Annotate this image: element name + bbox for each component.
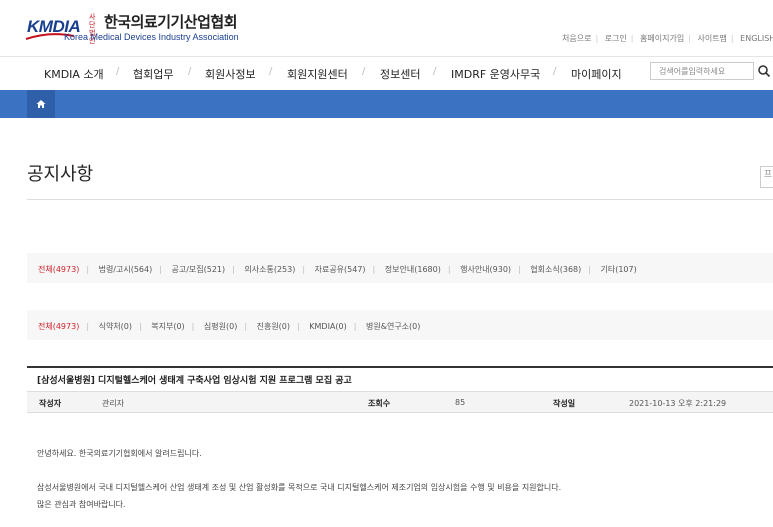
- filter-info[interactable]: 정보안내(1680): [385, 265, 441, 274]
- views-label: 조회수: [368, 399, 391, 408]
- filter-all[interactable]: 전체(4973): [38, 265, 79, 274]
- filter-etc[interactable]: 기타(107): [601, 265, 637, 274]
- filter2-hospital[interactable]: 병원&연구소(0): [366, 322, 420, 331]
- post-body-line: 삼성서울병원에서 국내 디지털헬스케어 산업 생태계 조성 및 산업 활성화를 …: [37, 483, 562, 492]
- breadcrumb-bar: [0, 90, 773, 118]
- nav-item-work[interactable]: 협회업무: [133, 66, 173, 82]
- logo-name-english: Korea Medical Devices Industry Associati…: [64, 32, 239, 42]
- title-divider: [27, 199, 773, 200]
- category-filter-primary: 전체(4973) | 법령/고시(564) | 공고/모집(521) | 의사소통(2…: [27, 253, 773, 283]
- nav-item-imdrf[interactable]: IMDRF 운영사무국: [451, 66, 540, 82]
- nav-item-members[interactable]: 회원사정보: [205, 66, 256, 82]
- nav-item-about[interactable]: KMDIA 소개: [44, 66, 104, 82]
- nav-item-mypage[interactable]: 마이페이지: [571, 66, 622, 82]
- post-title: [삼성서울병원] 디지털헬스케어 생태계 구축사업 임상시험 지원 프로그램 모…: [37, 376, 352, 386]
- filter2-khidi[interactable]: 진흥원(0): [257, 322, 290, 331]
- filter-news[interactable]: 협회소식(368): [530, 265, 581, 274]
- filter2-mfds[interactable]: 식약처(0): [99, 322, 132, 331]
- category-filter-secondary: 전체(4973) | 식약처(0) | 복지부(0) | 심평원(0) | 진흥원(0)…: [27, 310, 773, 340]
- home-icon: [36, 100, 46, 108]
- breadcrumb-home-button[interactable]: [27, 90, 55, 118]
- util-link-login[interactable]: 로그인: [605, 33, 627, 44]
- post-body-line: 많은 관심과 참여바랍니다.: [37, 500, 126, 509]
- author-value: 관리자: [102, 399, 125, 408]
- filter2-mohw[interactable]: 복지부(0): [151, 322, 184, 331]
- filter2-hira[interactable]: 심평원(0): [204, 322, 237, 331]
- filter-law[interactable]: 법령/고시(564): [99, 265, 153, 274]
- filter2-kmdia[interactable]: KMDIA(0): [309, 322, 346, 331]
- search-input[interactable]: 검색어를입력하세요: [650, 62, 754, 80]
- filter-event[interactable]: 행사안내(930): [460, 265, 511, 274]
- views-value: 85: [455, 398, 466, 407]
- search-icon[interactable]: [756, 62, 773, 80]
- util-link-join[interactable]: 홈페이지가입: [640, 33, 684, 44]
- filter-notice-recruit[interactable]: 공고/모집(521): [171, 265, 225, 274]
- author-label: 작성자: [39, 399, 62, 408]
- filter-communication[interactable]: 의사소통(253): [244, 265, 295, 274]
- post-top-border: [27, 366, 773, 368]
- date-label: 작성일: [553, 399, 576, 408]
- post-body-line: 안녕하세요. 한국의료기기협회에서 알려드립니다.: [37, 449, 202, 458]
- date-value: 2021-10-13 오후 2:21:29: [629, 399, 727, 408]
- util-link-sitemap[interactable]: 사이트맵: [697, 33, 726, 44]
- utility-links: 처음으로 | 로그인 | 홈페이지가입 | 사이트맵 | ENGLISH: [562, 33, 773, 44]
- post-meta: 작성자 관리자 조회수 85 작성일 2021-10-13 오후 2:21:29: [27, 391, 773, 413]
- logo-name-korean: 한국의료기기산업협회: [104, 13, 238, 31]
- filter2-all[interactable]: 전체(4973): [38, 322, 79, 331]
- nav-item-support[interactable]: 회원지원센터: [287, 66, 348, 82]
- util-link-english[interactable]: ENGLISH: [740, 34, 773, 43]
- util-link-home[interactable]: 처음으로: [562, 33, 591, 44]
- page-title: 공지사항: [27, 164, 94, 185]
- nav-item-info[interactable]: 정보센터: [380, 66, 420, 82]
- filter-data-share[interactable]: 자료공유(547): [315, 265, 366, 274]
- print-button[interactable]: 프: [760, 166, 773, 188]
